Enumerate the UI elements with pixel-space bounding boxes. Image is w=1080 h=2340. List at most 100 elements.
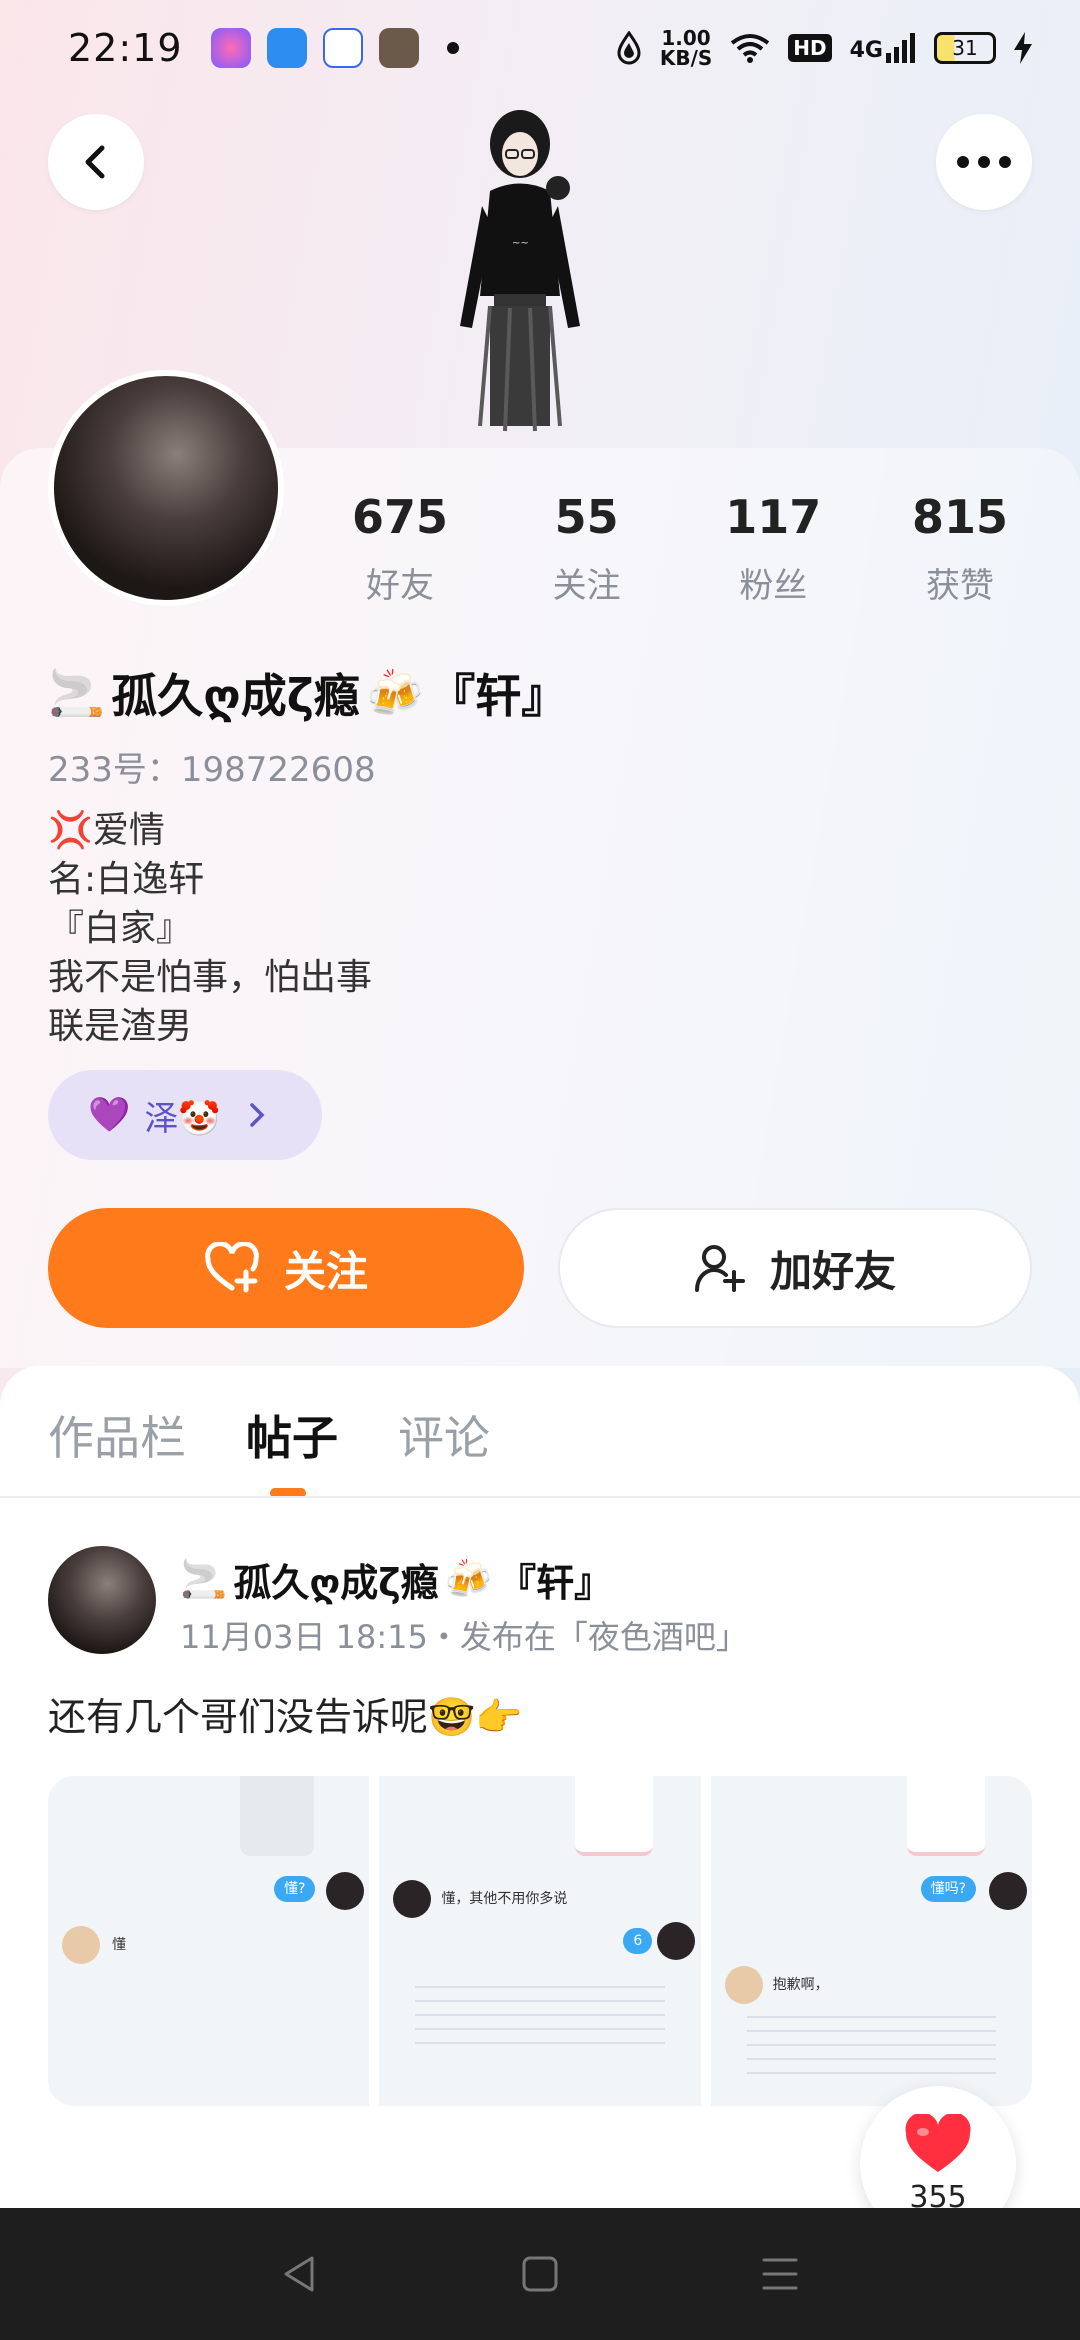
baidu-icon [322,28,363,68]
bio-line: 我不是怕事，怕出事 [48,957,373,998]
stat-following[interactable]: 55 关注 [507,490,667,607]
notice-text [746,2016,996,2086]
profile-username: 🚬 孤久ღ成ζ瘾 🍻 『轩』 [48,660,567,726]
username-suffix: 『轩』 [429,669,568,723]
stat-label: 粉丝 [739,566,808,606]
stat-value: 815 [911,490,1008,544]
stat-value: 55 [554,490,619,544]
tab-works[interactable]: 作品栏 [48,1402,186,1468]
profile-stats: 675 好友 55 关注 117 粉丝 815 获赞 [320,490,1040,607]
post-image[interactable]: 懂? 懂 [48,1776,370,2106]
battery-indicator: 31 [934,32,996,64]
back-button[interactable] [48,114,144,210]
screenshot-card [906,1776,985,1856]
nav-home-icon[interactable] [520,2254,560,2294]
post-images: 懂? 懂 懂，其他不用你多说 6 懂吗? 抱歉啊， [48,1776,1032,2106]
relationship-tag-label: 泽🤡 [144,1098,221,1139]
notification-icons [210,28,459,68]
content-tabs: 作品栏 帖子 评论 [48,1402,490,1468]
heart-icon [905,2113,971,2172]
notice-text [415,1986,665,2056]
signal-bars-icon [886,33,915,63]
beer-emoji: 🍻 [444,1557,493,1601]
chevron-right-icon [249,1103,265,1127]
net-speed-unit: KB/S [659,46,713,70]
bio-line: 💢爱情 [48,810,165,851]
chat-bubble: 6 [623,1928,653,1954]
cell-signal: 4G [850,33,916,63]
post-image[interactable]: 懂，其他不用你多说 6 [379,1776,701,2106]
post-author-suffix: 『轩』 [498,1561,613,1605]
post-meta: 11月03日 18:15・发布在「夜色酒吧」 [180,1618,748,1656]
chat-avatar [62,1926,100,1964]
user-id: 233号：198722608 [48,750,376,790]
bio-line: 名:白逸轩 [48,859,205,900]
profile-avatar[interactable] [48,370,284,606]
chat-avatar [988,1872,1027,1910]
game-icon [378,28,419,68]
screenshot-card [575,1776,654,1856]
post-author-name[interactable]: 🚬 孤久ღ成ζ瘾 🍻 『轩』 [180,1552,612,1607]
status-time: 22:19 [68,26,183,70]
tab-comments[interactable]: 评论 [398,1402,490,1468]
data-saver-icon [617,31,641,65]
post-text: 还有几个哥们没告诉呢🤓👉 [48,1695,523,1739]
chat-line: 抱歉啊， [772,1977,829,1993]
content-panel: 作品栏 帖子 评论 🚬 孤久ღ成ζ瘾 🍻 『轩』 11月03日 18:15・发布… [0,1366,1080,2340]
chat-avatar [393,1880,432,1918]
follow-button[interactable]: 关注 [48,1208,524,1328]
banner-character-image: ~~ [460,110,580,432]
username-main: 孤久ღ成ζ瘾 [111,669,360,723]
add-friend-label: 加好友 [769,1246,896,1296]
follow-label: 关注 [283,1246,368,1296]
add-user-icon [694,1245,745,1292]
cigarette-emoji: 🚬 [48,665,106,720]
purple-heart-icon: 💜 [88,1095,131,1135]
net-speed-value: 1.00 [661,26,711,50]
chat-avatar [657,1922,696,1960]
stat-fans[interactable]: 117 粉丝 [693,490,853,607]
chat-avatar [326,1872,364,1910]
post-author-main: 孤久ღ成ζ瘾 [233,1561,439,1605]
network-type: 4G [849,38,883,63]
nav-back-icon[interactable] [280,2254,320,2294]
more-notifications-dot [446,42,459,54]
nav-menu-icon[interactable] [760,2254,800,2294]
profile-page: 22:19 1.00 KB/S HD 4G 31 ~~ 675 好友 55 关注… [0,0,1080,2340]
stat-label: 关注 [552,566,621,606]
screenshot-card [240,1776,314,1856]
chat-avatar [724,1966,763,2004]
heart-plus-icon [205,1242,259,1293]
cigarette-emoji: 🚬 [180,1557,228,1601]
relationship-tag[interactable]: 💜 泽🤡 [48,1070,322,1160]
add-friend-button[interactable]: 加好友 [558,1208,1032,1328]
chat-bubble: 懂吗? [920,1876,977,1902]
chevron-left-icon [85,145,105,179]
stat-value: 117 [725,490,822,544]
system-nav-bar [0,2208,1080,2340]
charging-icon [1014,32,1032,64]
stat-label: 好友 [366,566,434,606]
wifi-icon [731,34,770,63]
stat-likes[interactable]: 815 获赞 [880,490,1040,607]
svg-text:~~: ~~ [512,238,529,249]
hd-badge: HD [788,34,832,62]
stat-friends[interactable]: 675 好友 [320,490,480,607]
chat-reply: 懂 [112,1937,126,1953]
more-options-button[interactable] [936,114,1032,210]
beer-emoji: 🍻 [365,665,424,720]
tab-divider [0,1496,1080,1498]
profile-bio: 💢爱情 名:白逸轩 『白家』 我不是怕事，怕出事 联是渣男 [48,806,372,1051]
net-speed: 1.00 KB/S [660,28,712,68]
app-notification-icon [266,28,307,68]
more-dots-icon [957,156,1011,168]
app-notification-icon [210,28,251,68]
post-image[interactable]: 懂吗? 抱歉啊， [710,1776,1032,2106]
chat-bubble: 懂? [274,1876,316,1902]
post-author-avatar[interactable] [48,1546,156,1654]
bio-line: 联是渣男 [48,1006,193,1047]
tab-posts[interactable]: 帖子 [246,1402,338,1468]
bio-line: 『白家』 [48,908,193,949]
stat-value: 675 [351,490,449,544]
status-right: 1.00 KB/S HD 4G 31 [616,28,1032,68]
